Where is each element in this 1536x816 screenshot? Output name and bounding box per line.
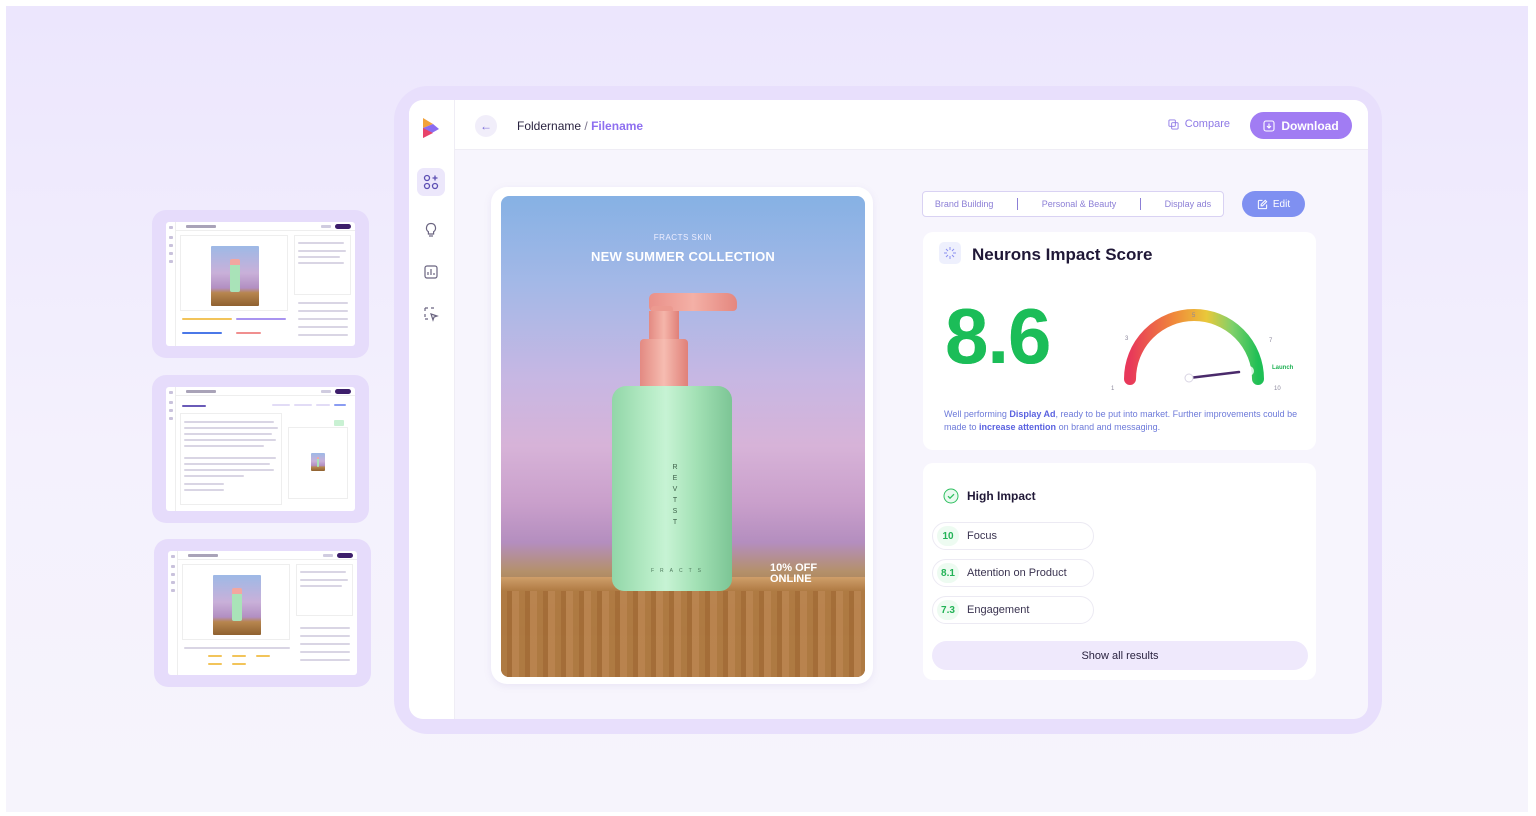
bottle-neck — [649, 311, 679, 339]
metric-name: Engagement — [967, 604, 1030, 616]
tag-brand-building[interactable]: Brand Building — [935, 199, 994, 209]
back-button[interactable]: ← — [475, 115, 497, 137]
thumbnail-3-preview — [168, 551, 357, 675]
show-all-results-button[interactable]: Show all results — [932, 641, 1308, 670]
ad-preview-card: FRACTS SKIN NEW SUMMER COLLECTION REVTST… — [491, 187, 873, 684]
logo-icon[interactable] — [417, 114, 445, 142]
high-impact-card: High Impact 10 Focus 8.1 Attention on Pr… — [923, 463, 1316, 680]
metric-engagement[interactable]: 7.3 Engagement — [932, 596, 1094, 624]
check-circle-icon — [943, 488, 959, 504]
compare-label: Compare — [1184, 118, 1230, 130]
ad-offer-line2: ONLINE — [770, 573, 812, 585]
impact-title: High Impact — [967, 489, 1036, 503]
metric-name: Attention on Product — [967, 567, 1067, 579]
tag-display-ads[interactable]: Display ads — [1165, 199, 1212, 209]
desc-part-1: Well performing — [944, 409, 1010, 419]
tag-personal-beauty[interactable]: Personal & Beauty — [1042, 199, 1117, 209]
gauge-tick-3: 3 — [1125, 336, 1129, 342]
gauge-tick-1: 1 — [1111, 386, 1115, 392]
selection-cursor-icon — [424, 307, 439, 322]
score-title: Neurons Impact Score — [972, 245, 1153, 264]
arrow-left-icon: ← — [480, 119, 492, 133]
metric-score: 10 — [937, 526, 959, 546]
gauge-needle — [1187, 370, 1241, 380]
bottle-cap — [640, 339, 688, 391]
metric-attention-on-product[interactable]: 8.1 Attention on Product — [932, 559, 1094, 587]
lightbulb-icon — [425, 222, 437, 237]
app-window: ← Foldername / Filename Compare Download… — [409, 100, 1368, 719]
grid-plus-icon — [423, 174, 439, 190]
thumbnail-1[interactable] — [152, 210, 369, 358]
category-tags: Brand Building Personal & Beauty Display… — [922, 191, 1224, 217]
top-bar: ← Foldername / Filename Compare Download — [455, 100, 1368, 150]
metric-score: 8.1 — [937, 563, 959, 583]
score-value: 8.6 — [945, 292, 1051, 380]
metric-name: Focus — [967, 530, 997, 542]
bottle-small-text: FRACTS — [651, 568, 707, 574]
gauge-tick-10: 10 — [1274, 386, 1281, 392]
download-button[interactable]: Download — [1250, 112, 1352, 139]
ad-headline: NEW SUMMER COLLECTION — [590, 249, 776, 264]
sidebar-item-dashboard[interactable] — [417, 168, 445, 196]
gauge-label: Launch — [1272, 365, 1294, 371]
gauge-tick-7: 7 — [1269, 338, 1273, 344]
edit-button[interactable]: Edit — [1242, 191, 1305, 217]
breadcrumb-folder[interactable]: Foldername — [517, 119, 581, 133]
bottle-label: REVTST — [672, 464, 678, 526]
thumbnail-3[interactable] — [154, 539, 371, 687]
desc-highlight-display-ad: Display Ad — [1009, 409, 1056, 419]
download-label: Download — [1281, 118, 1339, 133]
tag-divider — [1017, 198, 1019, 210]
tag-divider — [1139, 198, 1141, 210]
ad-offer: 10% OFF ONLINE — [770, 563, 817, 585]
sidebar-item-select[interactable] — [417, 300, 445, 328]
metric-score: 7.3 — [937, 600, 959, 620]
ad-image: FRACTS SKIN NEW SUMMER COLLECTION REVTST… — [501, 196, 865, 677]
impact-header: High Impact — [943, 488, 1036, 504]
sidebar-item-ideas[interactable] — [417, 216, 445, 244]
breadcrumb: Foldername / Filename — [517, 119, 643, 133]
impact-score-card: Neurons Impact Score 8.6 1 3 5 7 10 Laun… — [923, 232, 1316, 450]
edit-icon — [1257, 199, 1268, 209]
compare-button[interactable]: Compare — [1168, 118, 1230, 130]
sidebar — [409, 100, 455, 719]
chart-icon — [424, 265, 438, 279]
download-icon — [1263, 119, 1275, 132]
wooden-table — [501, 577, 865, 677]
metric-focus[interactable]: 10 Focus — [932, 522, 1094, 550]
thumbnail-1-preview — [166, 222, 355, 346]
breadcrumb-separator: / — [584, 119, 588, 133]
edit-label: Edit — [1272, 198, 1291, 210]
breadcrumb-file: Filename — [591, 119, 644, 133]
score-gauge: 1 3 5 7 10 Launch — [1111, 309, 1294, 392]
copy-icon — [1168, 118, 1179, 130]
sparkle-icon — [939, 242, 961, 264]
thumbnail-2-preview — [166, 387, 355, 511]
ad-brand: FRACTS SKIN — [653, 233, 713, 242]
desc-highlight-attention: increase attention — [979, 422, 1057, 432]
score-description: Well performing Display Ad, ready to be … — [944, 408, 1300, 434]
desc-part-3: on brand and messaging. — [1056, 422, 1161, 432]
thumbnail-2[interactable] — [152, 375, 369, 523]
sidebar-item-analytics[interactable] — [417, 258, 445, 286]
